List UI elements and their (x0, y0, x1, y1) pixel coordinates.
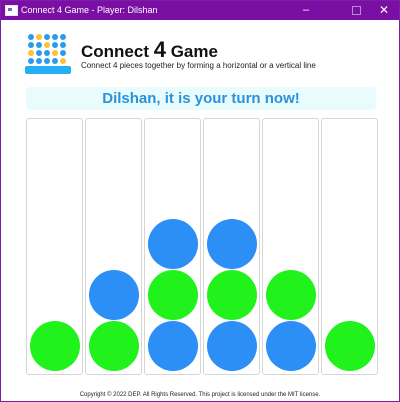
blue-disc (148, 219, 198, 269)
app-icon (5, 5, 18, 16)
logo-base (25, 66, 71, 74)
app-title-suffix: Game (165, 42, 218, 61)
window-title: Connect 4 Game - Player: Dilshan (21, 5, 158, 15)
game-board (25, 118, 378, 377)
connect-four-logo-icon (25, 32, 72, 74)
board-column-6[interactable] (321, 118, 378, 375)
blue-disc (148, 321, 198, 371)
close-button[interactable]: ✕ (369, 1, 399, 20)
logo-grid (28, 34, 68, 64)
blue-disc (207, 321, 257, 371)
green-disc (30, 321, 80, 371)
turn-status-banner: Dilshan, it is your turn now! (26, 87, 376, 110)
green-disc (207, 270, 257, 320)
maximize-button[interactable] (341, 1, 371, 20)
blue-disc (207, 219, 257, 269)
app-subtitle: Connect 4 pieces together by forming a h… (81, 61, 316, 70)
blue-disc (266, 321, 316, 371)
green-disc (89, 321, 139, 371)
app-title: Connect 4 Game (81, 37, 218, 62)
board-column-5[interactable] (262, 118, 319, 375)
minimize-button[interactable]: – (291, 1, 321, 20)
app-title-prefix: Connect (81, 42, 154, 61)
minimize-icon: – (302, 4, 310, 16)
board-column-1[interactable] (26, 118, 83, 375)
board-column-4[interactable] (203, 118, 260, 375)
blue-disc (89, 270, 139, 320)
app-window: Connect 4 Game - Player: Dilshan – ✕ Con… (0, 0, 400, 402)
board-column-2[interactable] (85, 118, 142, 375)
green-disc (325, 321, 375, 371)
copyright-footer: Copyright © 2022 DEP. All Rights Reserve… (79, 392, 321, 398)
game-header: Connect 4 Game Connect 4 pieces together… (25, 32, 375, 78)
app-title-number: 4 (153, 37, 166, 62)
green-disc (148, 270, 198, 320)
close-icon: ✕ (378, 3, 390, 17)
green-disc (266, 270, 316, 320)
maximize-icon (351, 6, 361, 15)
title-bar[interactable]: Connect 4 Game - Player: Dilshan – ✕ (1, 1, 399, 20)
board-column-3[interactable] (144, 118, 201, 375)
